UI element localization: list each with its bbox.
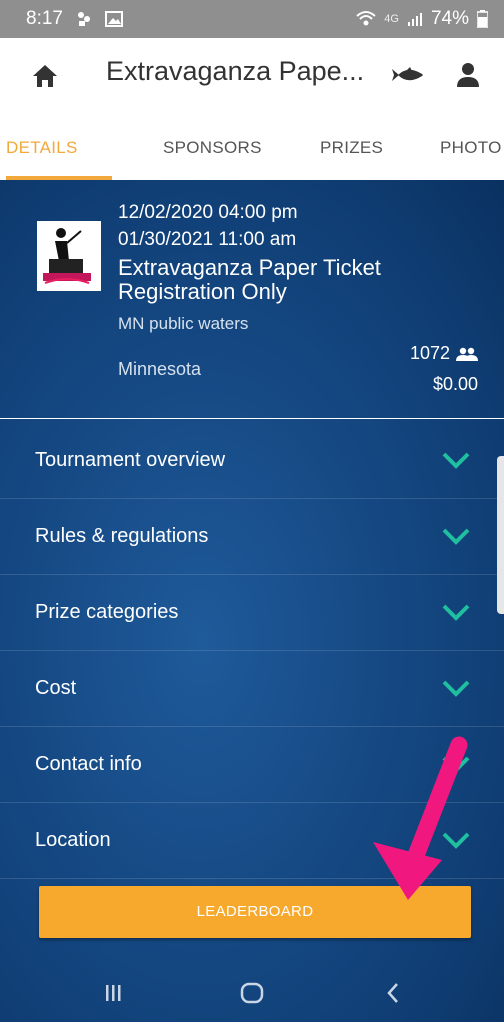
- participant-count: 1072: [410, 343, 478, 364]
- event-header: 12/02/2020 04:00 pm 01/30/2021 11:00 am …: [0, 180, 504, 418]
- back-icon[interactable]: [386, 982, 400, 1004]
- event-title: Extravaganza Paper Ticket Registration O…: [118, 255, 381, 304]
- accordion-label: Rules & regulations: [35, 525, 209, 547]
- leaderboard-button[interactable]: LEADERBOARD: [39, 886, 471, 938]
- chevron-down-icon: [442, 756, 470, 773]
- accordion-prize-categories[interactable]: Prize categories: [0, 575, 504, 651]
- fish-icon[interactable]: [390, 67, 424, 83]
- home-button-icon[interactable]: [240, 982, 264, 1004]
- tournament-logo: [37, 221, 101, 291]
- signal-icon: [407, 13, 422, 26]
- event-state: Minnesota: [118, 359, 202, 379]
- system-nav-bar: [0, 958, 504, 1022]
- event-waters: MN public waters: [118, 314, 249, 333]
- accordion-tournament-overview[interactable]: Tournament overview: [0, 423, 504, 499]
- event-end-date: 01/30/2021 11:00 am: [118, 229, 297, 250]
- accordion-cost[interactable]: Cost: [0, 651, 504, 727]
- accordion-label: Location: [35, 829, 111, 851]
- event-start-date: 12/02/2020 04:00 pm: [118, 202, 298, 223]
- tab-prizes[interactable]: PRIZES: [320, 138, 383, 158]
- tab-photo[interactable]: PHOTO: [440, 138, 502, 158]
- status-time: 8:17: [26, 8, 63, 29]
- recent-apps-icon[interactable]: [105, 984, 121, 1002]
- person-icon[interactable]: [456, 62, 480, 88]
- battery-icon: [477, 10, 488, 28]
- accordion-label: Cost: [35, 677, 77, 699]
- wifi-icon: [356, 11, 376, 26]
- chevron-down-icon: [442, 680, 470, 697]
- notification-icon: [77, 12, 90, 26]
- tab-sponsors[interactable]: SPONSORS: [163, 138, 262, 158]
- scrollbar[interactable]: [497, 456, 504, 614]
- people-icon: [456, 347, 478, 361]
- tab-bar: DETAILS SPONSORS PRIZES PHOTO: [0, 114, 504, 180]
- accordion-rules-regulations[interactable]: Rules & regulations: [0, 499, 504, 575]
- app-bar: Extravaganza Pape...: [0, 38, 504, 114]
- accordion-label: Tournament overview: [35, 449, 226, 471]
- entry-price: $0.00: [432, 374, 478, 394]
- accordion-location[interactable]: Location: [0, 803, 504, 879]
- chevron-down-icon: [442, 832, 470, 849]
- home-icon[interactable]: [32, 64, 58, 88]
- status-bar: 8:17 4G 74%: [0, 0, 504, 38]
- participant-count-value: 1072: [409, 343, 450, 363]
- accordion-label: Prize categories: [35, 601, 179, 623]
- gallery-icon: [104, 11, 123, 27]
- network-type: 4G: [384, 13, 399, 25]
- page-title: Extravaganza Pape...: [106, 56, 365, 86]
- tab-details[interactable]: DETAILS: [6, 138, 78, 158]
- battery-percent: 74%: [430, 8, 469, 29]
- chevron-down-icon: [442, 604, 470, 621]
- chevron-down-icon: [442, 528, 470, 545]
- accordion-label: Contact info: [35, 753, 142, 775]
- chevron-down-icon: [442, 452, 470, 469]
- header-divider: [0, 418, 504, 419]
- accordion-contact-info[interactable]: Contact info: [0, 727, 504, 803]
